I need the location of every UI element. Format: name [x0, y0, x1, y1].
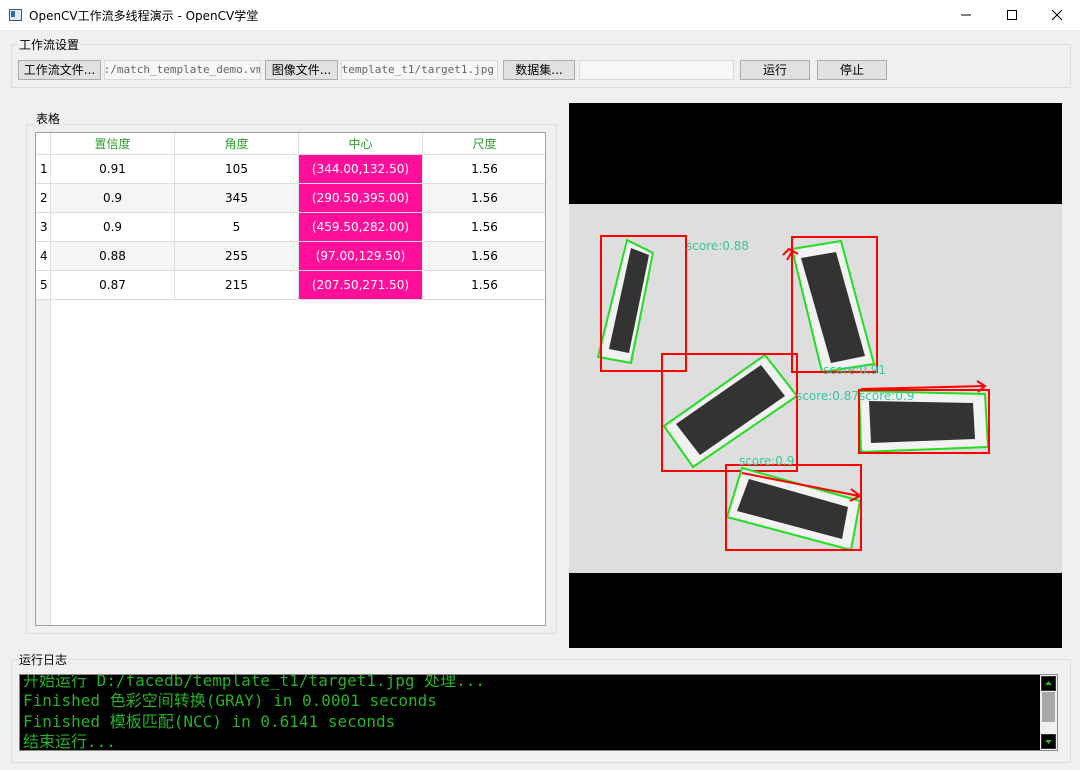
app-icon [9, 9, 22, 21]
table-cell-scale[interactable]: 1.56 [423, 271, 545, 300]
scroll-up-button[interactable] [1041, 676, 1056, 691]
minimize-button[interactable] [943, 0, 989, 30]
workflow-settings-label: 工作流设置 [17, 36, 82, 53]
column-header-scale[interactable]: 尺度 [423, 133, 545, 155]
close-button[interactable] [1034, 0, 1080, 30]
part-4-shape [869, 401, 975, 443]
table-cell-center[interactable]: (207.50,271.50) [299, 271, 423, 300]
workflow-path-text: D:/match_template_demo.vm [104, 63, 261, 76]
workflow-path-field[interactable]: D:/match_template_demo.vm [104, 60, 261, 80]
scroll-down-button[interactable] [1041, 734, 1056, 749]
run-button[interactable]: 运行 [740, 60, 810, 80]
row-header[interactable]: 3 [36, 213, 51, 242]
log-output[interactable]: 开始运行 D:/facedb/template_t1/target1.jpg 处… [19, 674, 1058, 751]
detection-image: score:0.88 score:0.91 score:0.87 score:0… [569, 204, 1062, 573]
table-cell-angle[interactable]: 105 [175, 155, 299, 184]
column-header-confidence[interactable]: 置信度 [51, 133, 175, 155]
image-path-text: D:/facedb/template_t1/target1.jpg [341, 63, 494, 76]
scroll-down-icon [1045, 740, 1052, 744]
result-table[interactable]: 置信度 角度 中心 尺度 1 0.91 105 (344.00,132.50) 1.56… [35, 132, 546, 626]
table-cell-center[interactable]: (290.50,395.00) [299, 184, 423, 213]
workflow-file-button[interactable]: 工作流文件... [18, 60, 101, 80]
row-header[interactable]: 2 [36, 184, 51, 213]
scroll-thumb[interactable] [1042, 692, 1055, 722]
table-group-label: 表格 [34, 110, 63, 127]
table-cell-angle[interactable]: 345 [175, 184, 299, 213]
row-header[interactable]: 5 [36, 271, 51, 300]
table-cell-scale[interactable]: 1.56 [423, 242, 545, 271]
maximize-button[interactable] [989, 0, 1035, 30]
scroll-up-icon [1045, 681, 1052, 685]
dataset-button[interactable]: 数据集... [503, 60, 575, 80]
table-cell-confidence[interactable]: 0.87 [51, 271, 175, 300]
title-bar: OpenCV工作流多线程演示 - OpenCV学堂 [0, 0, 1080, 31]
close-icon [1051, 9, 1063, 21]
table-cell-angle[interactable]: 5 [175, 213, 299, 242]
minimize-icon [961, 14, 971, 16]
log-group-label: 运行日志 [17, 651, 70, 668]
table-cell-center[interactable]: (97.00,129.50) [299, 242, 423, 271]
score-label-3: score:0.87 [796, 389, 859, 403]
image-view[interactable]: score:0.88 score:0.91 score:0.87 score:0… [569, 103, 1062, 648]
table-cell-confidence[interactable]: 0.88 [51, 242, 175, 271]
row-header[interactable]: 1 [36, 155, 51, 184]
table-cell-scale[interactable]: 1.56 [423, 184, 545, 213]
table-cell-confidence[interactable]: 0.91 [51, 155, 175, 184]
score-label-1: score:0.88 [686, 239, 749, 253]
log-line-4: 结束运行... [23, 732, 116, 751]
score-label-5: score:0.9 [739, 454, 794, 468]
dataset-path-field[interactable] [579, 60, 734, 80]
maximize-icon [1007, 10, 1017, 20]
image-file-button[interactable]: 图像文件... [265, 60, 338, 80]
row-header[interactable]: 4 [36, 242, 51, 271]
image-path-field[interactable]: D:/facedb/template_t1/target1.jpg [341, 60, 498, 80]
table-cell-confidence[interactable]: 0.9 [51, 184, 175, 213]
table-cell-center[interactable]: (344.00,132.50) [299, 155, 423, 184]
stop-button[interactable]: 停止 [817, 60, 887, 80]
column-header-center[interactable]: 中心 [299, 133, 423, 155]
column-header-angle[interactable]: 角度 [175, 133, 299, 155]
table-cell-angle[interactable]: 255 [175, 242, 299, 271]
table-cell-confidence[interactable]: 0.9 [51, 213, 175, 242]
table-corner [36, 133, 51, 155]
score-label-4: score:0.9 [859, 389, 914, 403]
window-title: OpenCV工作流多线程演示 - OpenCV学堂 [29, 9, 259, 23]
table-cell-scale[interactable]: 1.56 [423, 155, 545, 184]
log-scrollbar[interactable] [1040, 675, 1057, 750]
table-cell-angle[interactable]: 215 [175, 271, 299, 300]
table-cell-center[interactable]: (459.50,282.00) [299, 213, 423, 242]
score-label-2: score:0.91 [823, 363, 886, 377]
table-cell-scale[interactable]: 1.56 [423, 213, 545, 242]
